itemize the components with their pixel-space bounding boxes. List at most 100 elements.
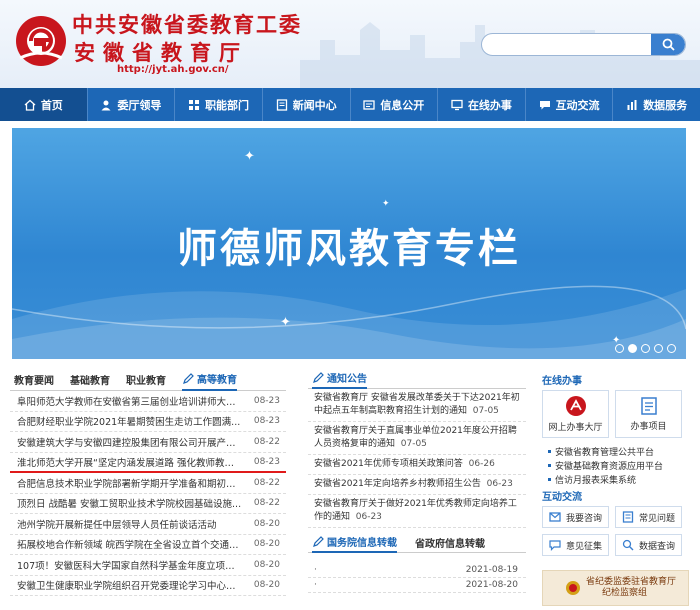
news-item[interactable]: 拓展校地合作新领域 皖西学院在全省设立首个交通综... 08-20 (10, 535, 286, 555)
feedback-button[interactable]: 意见征集 (542, 534, 609, 556)
transfer-item[interactable]: · 2021-08-20 (308, 578, 526, 593)
news-date: 08-22 (253, 477, 280, 488)
online-service-title: 在线办事 (542, 376, 582, 387)
info-icon (363, 99, 375, 110)
notice-item[interactable]: 安徽省2021年优师专项相关政策问答 06-26 (308, 455, 526, 475)
nav-item-news[interactable]: 新闻中心 (263, 88, 351, 121)
tab-notices[interactable]: 通知公告 (312, 370, 367, 389)
consult-button[interactable]: 我要咨询 (542, 506, 609, 528)
sparkle-icon: ✦ (244, 149, 255, 164)
news-title: 池州学院开展新提任中层领导人员任前谈话活动 (17, 519, 217, 531)
service-items-button[interactable]: 办事项目 (615, 390, 682, 438)
button-label: 我要咨询 (565, 513, 602, 524)
link-basic-edu-resource-platform[interactable]: 安徽基础教育资源应用平台 (542, 458, 692, 472)
nav-label: 在线办事 (467, 98, 512, 112)
query-icon (622, 539, 634, 551)
search-button[interactable] (651, 34, 685, 55)
pen-icon (313, 535, 324, 547)
notice-item[interactable]: 安徽省2021年定向培养乡村教师招生公告 06-23 (308, 475, 526, 495)
tab-label: 国务院信息转载 (327, 538, 397, 549)
site-header: 中共安徽省委教育工委 安徽省教育厅 http://jyt.ah.gov.cn/ (0, 0, 700, 88)
button-label: 网上办事大厅 (548, 423, 603, 433)
nav-item-info[interactable]: 信息公开 (351, 88, 439, 121)
news-title: 淮北师范大学开展“坚定内涵发展道路 强化教师教育... (17, 457, 242, 469)
news-item[interactable]: 合肥信息技术职业学院部署新学期开学准备和期初工作 08-22 (10, 473, 286, 494)
sparkle-icon: ✦ (280, 315, 291, 330)
tab-state-council[interactable]: 国务院信息转载 (312, 534, 397, 553)
interact-title: 互动交流 (542, 492, 582, 503)
faq-button[interactable]: 常见问题 (615, 506, 682, 528)
carousel-dot[interactable] (667, 344, 676, 353)
search-input[interactable] (482, 34, 650, 55)
feedback-icon (549, 540, 561, 551)
news-title: 合肥财经职业学院2021年暑期赞困生走访工作圆满... (17, 417, 241, 429)
notice-item[interactable]: 安徽省教育厅关于做好2021年优秀教师定向培养工作的通知 06-23 (308, 495, 526, 528)
bullet (548, 449, 551, 453)
carousel-dot[interactable] (641, 344, 650, 353)
tab-provincial-gov[interactable]: 省政府信息转载 (415, 535, 485, 552)
nav-item-departments[interactable]: 职能部门 (175, 88, 263, 121)
news-date: 08-23 (253, 416, 280, 427)
discipline-line1: 省纪委监委驻省教育厅 (586, 577, 677, 587)
online-buttons: 网上办事大厅 办事项目 (542, 390, 692, 438)
nav-item-data[interactable]: 数据服务 (613, 88, 700, 121)
news-tabs: 教育要闻 基础教育 职业教育 高等教育 (10, 372, 286, 391)
news-title: 阜阳师范大学教师在安徽省第三届创业培训讲师大赛... (17, 396, 242, 408)
news-item[interactable]: 池州学院开展新提任中层领导人员任前谈话活动 08-20 (10, 514, 286, 535)
nav-item-leaders[interactable]: 委厅领导 (88, 88, 176, 121)
nav-label: 数据服务 (643, 98, 688, 112)
online-hall-button[interactable]: 网上办事大厅 (542, 390, 609, 438)
discipline-inspection-link[interactable]: 省纪委监委驻省教育厅 纪检监察组 (542, 570, 689, 606)
site-title-line1: 中共安徽省委教育工委 (72, 13, 302, 37)
news-title: 安徽建筑大学与安徽四建控股集团有限公司开展产学... (17, 437, 242, 449)
nav-label: 信息公开 (380, 98, 425, 112)
main-nav: 首页 委厅领导 职能部门 新闻中心 信息公开 在线办事 互动交流 数据服务 (0, 88, 700, 121)
transfer-date: 2021-08-19 (465, 565, 518, 575)
faq-icon (622, 511, 634, 523)
tab-higher-edu[interactable]: 高等教育 (182, 371, 237, 391)
carousel-dot[interactable] (615, 344, 624, 353)
notice-item[interactable]: 安徽省教育厅关于直属事业单位2021年度公开招聘人员资格复审的通知 07-05 (308, 422, 526, 455)
service-panel: 在线办事 网上办事大厅 办事项目 安徽省教育管理公共平台 安徽基础教育资源应用平… (542, 372, 692, 606)
banner-carousel[interactable]: ✦ ✦ ✦ ✦ 师德师风教育专栏 (12, 128, 686, 359)
leaders-icon (101, 100, 111, 110)
news-date: 08-20 (253, 539, 280, 550)
search-icon (662, 38, 675, 51)
transfer-header: 国务院信息转载 省政府信息转载 (308, 534, 526, 553)
notice-item[interactable]: 安徽省教育厅 安徽省发展改革委关于下达2021年初中起点五年制高职教育招生计划的… (308, 389, 526, 422)
news-item[interactable]: 合肥财经职业学院2021年暑期赞困生走访工作圆满... 08-23 (10, 412, 286, 432)
news-item[interactable]: 安徽建筑大学与安徽四建控股集团有限公司开展产学... 08-22 (10, 432, 286, 453)
news-title: 107项！安徽医科大学国家自然科学基金年度立项再... (17, 560, 242, 572)
news-item[interactable]: 淮北师范大学开展“坚定内涵发展道路 强化教师教育... 08-23 (10, 453, 286, 473)
interact-buttons: 我要咨询 常见问题 意见征集 数据查询 (542, 506, 692, 556)
news-item[interactable]: 阜阳师范大学教师在安徽省第三届创业培训讲师大赛... 08-23 (10, 391, 286, 412)
news-item[interactable]: 顶烈日 战酷暑 安徽工贸职业技术学院校园基础设施... 08-22 (10, 494, 286, 514)
news-icon (276, 98, 287, 111)
news-date: 08-22 (253, 436, 280, 447)
link-label: 安徽省教育管理公共平台 (555, 447, 655, 458)
query-button[interactable]: 数据查询 (615, 534, 682, 556)
notice-date: 06-26 (468, 459, 495, 469)
nav-label: 委厅领导 (117, 98, 162, 112)
nav-item-online-service[interactable]: 在线办事 (438, 88, 526, 121)
transfer-list: · 2021-08-19 · 2021-08-20 (308, 563, 526, 593)
link-edu-management-platform[interactable]: 安徽省教育管理公共平台 (542, 444, 692, 458)
carousel-dot[interactable] (654, 344, 663, 353)
news-date: 08-23 (253, 456, 280, 467)
link-label: 安徽基础教育资源应用平台 (555, 461, 664, 472)
transfer-date: 2021-08-20 (465, 580, 518, 590)
tab-edu-news[interactable]: 教育要闻 (14, 372, 54, 390)
carousel-dot[interactable] (628, 344, 637, 353)
transfer-item[interactable]: · 2021-08-19 (308, 563, 526, 578)
news-item[interactable]: 安徽卫生健康职业学院组织召开党委理论学习中心组... 08-20 (10, 576, 286, 596)
news-date: 08-23 (253, 395, 280, 406)
bullet: · (314, 565, 317, 575)
tab-vocational-edu[interactable]: 职业教育 (126, 372, 166, 390)
news-item[interactable]: 107项！安徽医科大学国家自然科学基金年度立项再... 08-20 (10, 555, 286, 576)
nav-item-interact[interactable]: 互动交流 (526, 88, 614, 121)
button-label: 办事项目 (630, 422, 667, 432)
emblem-icon (566, 581, 580, 595)
nav-item-home[interactable]: 首页 (0, 88, 88, 121)
link-petition-report-system[interactable]: 信访月报表采集系统 (542, 472, 692, 486)
tab-basic-edu[interactable]: 基础教育 (70, 372, 110, 390)
